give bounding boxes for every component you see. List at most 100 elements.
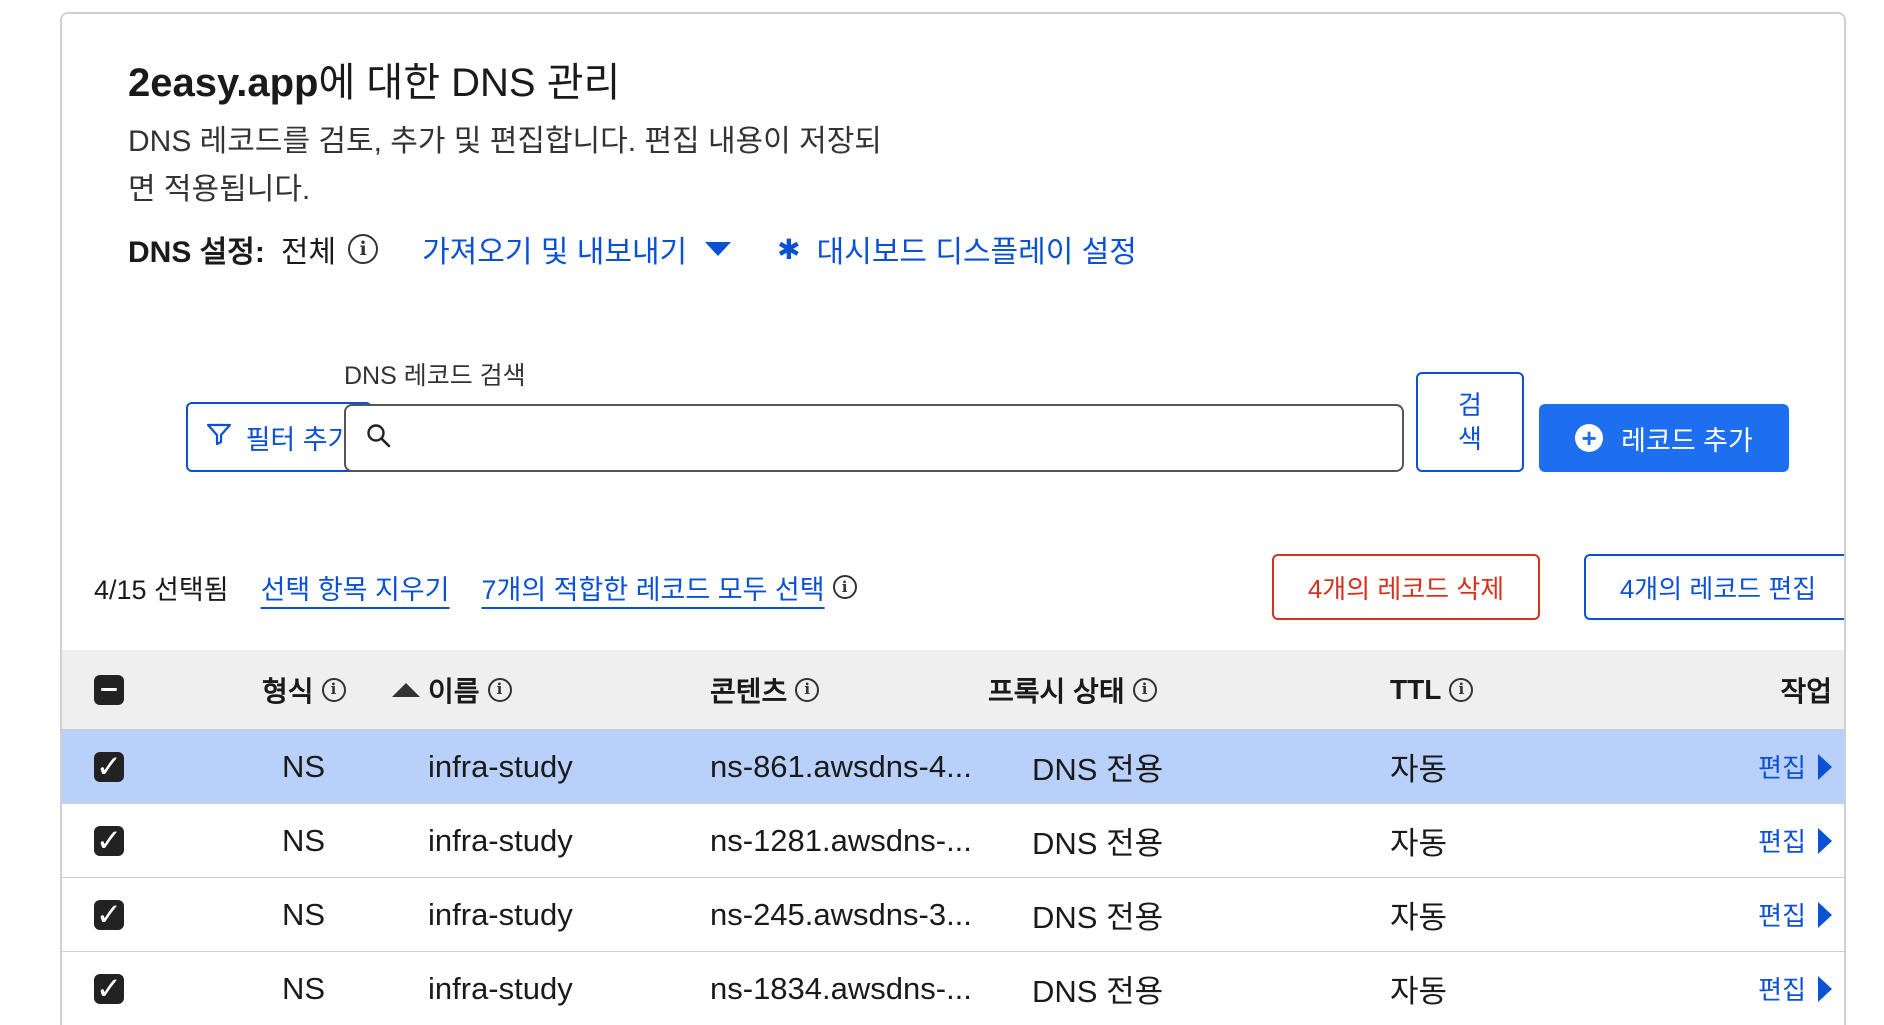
selection-count: 4/15 선택됨 xyxy=(94,574,229,605)
info-icon[interactable]: i xyxy=(348,234,379,264)
search-field[interactable] xyxy=(344,404,1404,472)
cell-content: ns-1281.awsdns-... xyxy=(710,822,972,858)
info-icon[interactable]: i xyxy=(832,575,857,599)
dns-records-table: 형식 i 이름 i 콘텐츠 i 프록시 상태 i TTL i 작업 ✓ NS i… xyxy=(62,650,1844,1025)
cell-proxy: DNS 전용 xyxy=(1032,826,1164,861)
select-all-checkbox[interactable] xyxy=(94,674,124,705)
cell-ttl: 자동 xyxy=(1390,752,1448,787)
sort-ascending-icon[interactable] xyxy=(391,682,420,697)
plus-circle-icon: + xyxy=(1575,424,1604,452)
import-export-label: 가져오기 및 내보내기 xyxy=(422,236,688,269)
row-edit-link[interactable]: 편집 xyxy=(1758,970,1832,1007)
cell-type: NS xyxy=(282,896,326,932)
caret-right-icon xyxy=(1818,753,1832,780)
cell-proxy: DNS 전용 xyxy=(1032,900,1164,935)
checkbox-checked-icon[interactable]: ✓ xyxy=(94,823,124,858)
cell-name: infra-study xyxy=(428,896,573,932)
header-type-label: 형식 xyxy=(262,675,314,707)
cell-ttl: 자동 xyxy=(1390,826,1448,861)
table-row[interactable]: ✓ NS infra-study ns-861.awsdns-4... DNS … xyxy=(62,730,1844,804)
filter-icon xyxy=(206,422,232,453)
cell-content: ns-861.awsdns-4... xyxy=(710,748,972,784)
cell-name: infra-study xyxy=(428,748,573,784)
row-edit-link[interactable]: 편집 xyxy=(1758,748,1832,785)
header-action: 작업 xyxy=(1690,670,1832,710)
info-icon[interactable]: i xyxy=(321,677,346,702)
cell-ttl: 자동 xyxy=(1390,900,1448,935)
import-export-dropdown[interactable]: 가져오기 및 내보내기 xyxy=(422,227,732,271)
dns-management-card: 2easy.app에 대한 DNS 관리 DNS 레코드를 검토, 추가 및 편… xyxy=(60,12,1846,1025)
dashboard-display-settings-label: 대시보드 디스플레이 설정 xyxy=(816,236,1137,269)
add-filter-label: 필터 추가 xyxy=(245,424,353,455)
header-action-label: 작업 xyxy=(1780,675,1832,707)
checkbox-checked-icon[interactable]: ✓ xyxy=(94,971,124,1006)
row-edit-label: 편집 xyxy=(1758,753,1806,783)
caret-right-icon xyxy=(1818,901,1832,928)
page-title-domain: 2easy.app xyxy=(128,61,319,105)
header-proxy: 프록시 상태 i xyxy=(988,670,1390,710)
add-record-label: 레코드 추가 xyxy=(1621,425,1753,456)
info-icon[interactable]: i xyxy=(795,677,820,702)
caret-down-icon xyxy=(705,242,732,256)
delete-records-button[interactable]: 4개의 레코드 삭제 xyxy=(1272,554,1540,620)
search-button[interactable]: 검색 xyxy=(1416,372,1524,472)
cell-type: NS xyxy=(282,970,326,1006)
page-title-suffix: 에 대한 DNS 관리 xyxy=(318,61,621,105)
header-type: 형식 i xyxy=(178,670,428,710)
table-header: 형식 i 이름 i 콘텐츠 i 프록시 상태 i TTL i 작업 xyxy=(62,650,1844,730)
cell-content: ns-245.awsdns-3... xyxy=(710,896,972,932)
row-edit-link[interactable]: 편집 xyxy=(1758,896,1832,933)
page-description: DNS 레코드를 검토, 추가 및 편집합니다. 편집 내용이 저장되면 적용됩… xyxy=(128,125,882,206)
checkbox-checked-icon[interactable]: ✓ xyxy=(94,897,124,932)
header-ttl-label: TTL xyxy=(1390,673,1442,705)
table-row[interactable]: ✓ NS infra-study ns-1281.awsdns-... DNS … xyxy=(62,804,1844,878)
row-edit-label: 편집 xyxy=(1758,975,1806,1005)
row-edit-label: 편집 xyxy=(1758,827,1806,857)
clear-selection-link[interactable]: 선택 항목 지우기 xyxy=(261,568,450,607)
cell-action: 편집 xyxy=(1690,748,1832,785)
table-row[interactable]: ✓ NS infra-study ns-1834.awsdns-... DNS … xyxy=(62,952,1844,1025)
table-row[interactable]: ✓ NS infra-study ns-245.awsdns-3... DNS … xyxy=(62,878,1844,952)
dns-settings-value: 전체 xyxy=(280,236,337,269)
search-label: DNS 레코드 검색 xyxy=(344,362,526,390)
row-checkbox-cell: ✓ xyxy=(62,897,178,932)
cell-proxy: DNS 전용 xyxy=(1032,752,1164,787)
dns-settings-row: DNS 설정: 전체 i 가져오기 및 내보내기 ✱ 대시보드 디스플레이 설정 xyxy=(128,224,1137,274)
header-proxy-label: 프록시 상태 xyxy=(988,675,1125,707)
dns-settings-label: DNS 설정: xyxy=(128,236,265,269)
caret-right-icon xyxy=(1818,827,1832,854)
cell-proxy: DNS 전용 xyxy=(1032,974,1164,1009)
checkbox-checked-icon[interactable]: ✓ xyxy=(94,749,124,784)
select-all-link[interactable]: 7개의 적합한 레코드 모두 선택 xyxy=(481,568,824,607)
select-all-checkbox-cell xyxy=(62,674,178,705)
gear-icon: ✱ xyxy=(777,233,801,265)
cell-action: 편집 xyxy=(1690,896,1832,933)
cell-content: ns-1834.awsdns-... xyxy=(710,970,972,1006)
info-icon[interactable]: i xyxy=(1449,677,1474,702)
checkbox-indeterminate-icon xyxy=(101,687,117,692)
cell-action: 편집 xyxy=(1690,970,1832,1007)
row-checkbox-cell: ✓ xyxy=(62,971,178,1006)
page-title: 2easy.app에 대한 DNS 관리 xyxy=(128,50,620,108)
header-ttl: TTL i xyxy=(1390,674,1690,706)
info-icon[interactable]: i xyxy=(487,677,512,702)
add-record-button[interactable]: + 레코드 추가 xyxy=(1539,404,1789,472)
info-icon[interactable]: i xyxy=(1132,677,1157,702)
header-content: 콘텐츠 i xyxy=(710,670,1032,710)
edit-records-button[interactable]: 4개의 레코드 편집 xyxy=(1584,554,1844,620)
header-name-label: 이름 xyxy=(428,675,480,707)
dashboard-display-settings-link[interactable]: ✱ 대시보드 디스플레이 설정 xyxy=(777,227,1137,271)
search-input[interactable] xyxy=(406,408,1402,468)
selection-toolbar: 4/15 선택됨 선택 항목 지우기 7개의 적합한 레코드 모두 선택 i 4… xyxy=(94,552,1844,622)
header-content-label: 콘텐츠 xyxy=(710,675,788,707)
header-name: 이름 i xyxy=(428,670,710,710)
cell-type: NS xyxy=(282,748,326,784)
cell-ttl: 자동 xyxy=(1390,974,1448,1009)
row-edit-link[interactable]: 편집 xyxy=(1758,822,1832,859)
cell-name: infra-study xyxy=(428,822,573,858)
search-icon xyxy=(366,423,392,454)
row-checkbox-cell: ✓ xyxy=(62,749,178,784)
row-edit-label: 편집 xyxy=(1758,901,1806,931)
cell-action: 편집 xyxy=(1690,822,1832,859)
cell-name: infra-study xyxy=(428,970,573,1006)
